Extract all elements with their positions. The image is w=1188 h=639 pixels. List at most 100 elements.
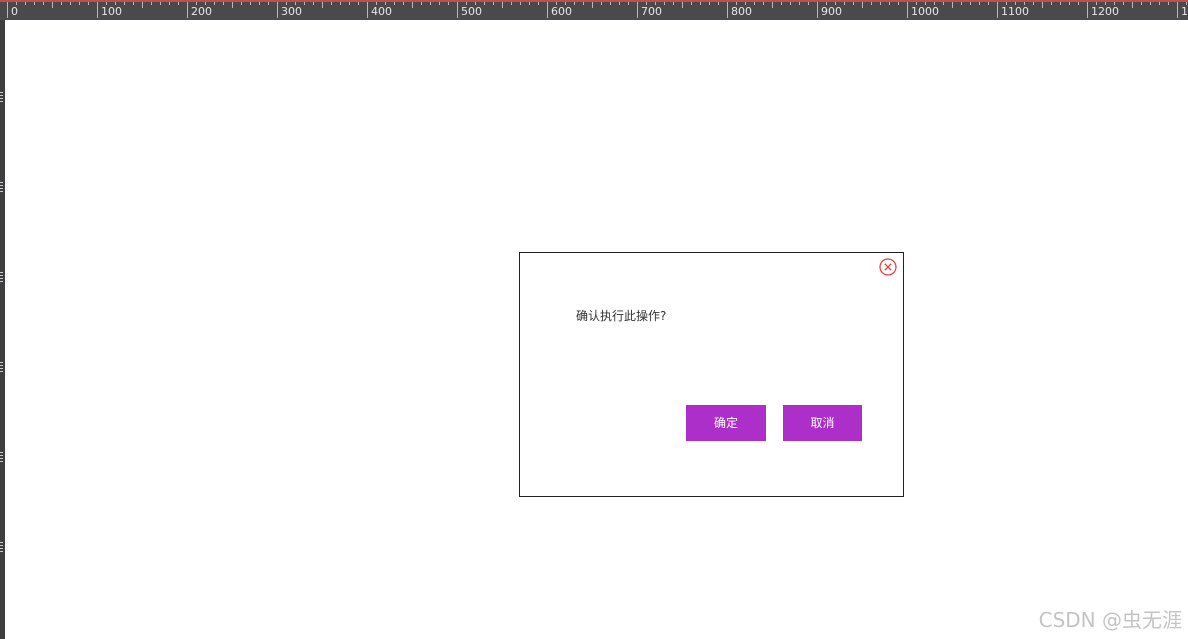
ruler-minor-tick (1069, 2, 1070, 5)
ruler-minor-tick (142, 2, 143, 8)
ruler-minor-tick (61, 2, 62, 5)
ruler-minor-tick (601, 2, 602, 5)
ruler-minor-tick (349, 2, 350, 5)
ruler-minor-tick (835, 2, 836, 5)
ruler-minor-tick (529, 2, 530, 5)
ruler-label: 200 (191, 5, 212, 18)
ruler-minor-tick (970, 2, 971, 5)
ruler-major-tick (97, 2, 98, 18)
ruler-minor-tick (268, 2, 269, 5)
ruler-minor-tick (475, 2, 476, 5)
ruler-minor-tick (16, 2, 17, 5)
ruler-minor-tick (871, 2, 872, 5)
ruler-minor-tick (646, 2, 647, 5)
ruler-minor-tick (538, 2, 539, 5)
ruler-minor-tick (1078, 2, 1079, 5)
ruler-label: 1000 (911, 5, 939, 18)
ruler-minor-tick (952, 2, 953, 8)
ruler-label: 1100 (1001, 5, 1029, 18)
ruler-minor-tick (358, 2, 359, 5)
ruler-minor-tick (718, 2, 719, 5)
ruler-minor-tick (880, 2, 881, 5)
ruler-minor-tick (1186, 2, 1187, 5)
ruler-minor-tick (295, 2, 296, 5)
ruler-minor-tick (916, 2, 917, 5)
ruler-minor-tick (412, 2, 413, 8)
ruler-minor-tick (745, 2, 746, 5)
ruler-tick (0, 272, 3, 284)
ruler-minor-tick (853, 2, 854, 5)
ruler-minor-tick (286, 2, 287, 5)
ruler-minor-tick (1132, 2, 1133, 8)
ruler-minor-tick (1006, 2, 1007, 5)
confirm-button[interactable]: 确定 (686, 405, 766, 441)
ruler-minor-tick (664, 2, 665, 5)
ruler-minor-tick (934, 2, 935, 5)
ruler-minor-tick (844, 2, 845, 5)
ruler-minor-tick (628, 2, 629, 5)
ruler-minor-tick (754, 2, 755, 5)
ruler-label: 500 (461, 5, 482, 18)
ruler-label: 400 (371, 5, 392, 18)
ruler-minor-tick (1033, 2, 1034, 5)
ruler-minor-tick (1123, 2, 1124, 5)
ruler-minor-tick (322, 2, 323, 8)
ruler-minor-tick (763, 2, 764, 5)
ruler-minor-tick (205, 2, 206, 5)
ruler-minor-tick (1168, 2, 1169, 5)
ruler-minor-tick (484, 2, 485, 5)
ruler-minor-tick (259, 2, 260, 5)
ruler-tick (0, 182, 3, 194)
ruler-minor-tick (124, 2, 125, 5)
ruler-minor-tick (709, 2, 710, 5)
ruler-major-tick (187, 2, 188, 18)
ruler-minor-tick (673, 2, 674, 5)
ruler-minor-tick (988, 2, 989, 5)
ruler-minor-tick (340, 2, 341, 5)
ruler-minor-tick (439, 2, 440, 5)
ruler-label: 300 (281, 5, 302, 18)
ruler-minor-tick (376, 2, 377, 5)
ruler-major-tick (277, 2, 278, 18)
ruler-minor-tick (772, 2, 773, 8)
ruler-minor-tick (52, 2, 53, 8)
ruler-minor-tick (304, 2, 305, 5)
ruler-minor-tick (214, 2, 215, 5)
ruler-minor-tick (862, 2, 863, 8)
cancel-button[interactable]: 取消 (783, 405, 862, 441)
ruler-minor-tick (1060, 2, 1061, 5)
confirm-dialog: 确认执行此操作? 确定 取消 (519, 252, 904, 497)
ruler-minor-tick (610, 2, 611, 5)
ruler-minor-tick (88, 2, 89, 5)
ruler-minor-tick (583, 2, 584, 5)
close-button[interactable] (879, 258, 897, 276)
ruler-label: 900 (821, 5, 842, 18)
ruler-label: 600 (551, 5, 572, 18)
ruler-major-tick (457, 2, 458, 18)
ruler-minor-tick (1105, 2, 1106, 5)
ruler-minor-tick (466, 2, 467, 5)
ruler-minor-tick (889, 2, 890, 5)
ruler-minor-tick (1150, 2, 1151, 5)
circle-x-icon (879, 258, 897, 276)
ruler-minor-tick (115, 2, 116, 5)
ruler-minor-tick (700, 2, 701, 5)
ruler-tick (0, 92, 3, 104)
ruler-minor-tick (430, 2, 431, 5)
ruler-label: 700 (641, 5, 662, 18)
ruler-major-tick (367, 2, 368, 18)
ruler-minor-tick (961, 2, 962, 5)
ruler-minor-tick (106, 2, 107, 5)
ruler-minor-tick (79, 2, 80, 5)
ruler-minor-tick (25, 2, 26, 5)
ruler-minor-tick (1015, 2, 1016, 5)
ruler-minor-tick (655, 2, 656, 5)
ruler-label: 100 (101, 5, 122, 18)
ruler-minor-tick (619, 2, 620, 5)
ruler-minor-tick (592, 2, 593, 8)
ruler-minor-tick (1051, 2, 1052, 5)
ruler-minor-tick (241, 2, 242, 5)
ruler-minor-tick (43, 2, 44, 5)
ruler-major-tick (637, 2, 638, 18)
ruler-minor-tick (736, 2, 737, 5)
